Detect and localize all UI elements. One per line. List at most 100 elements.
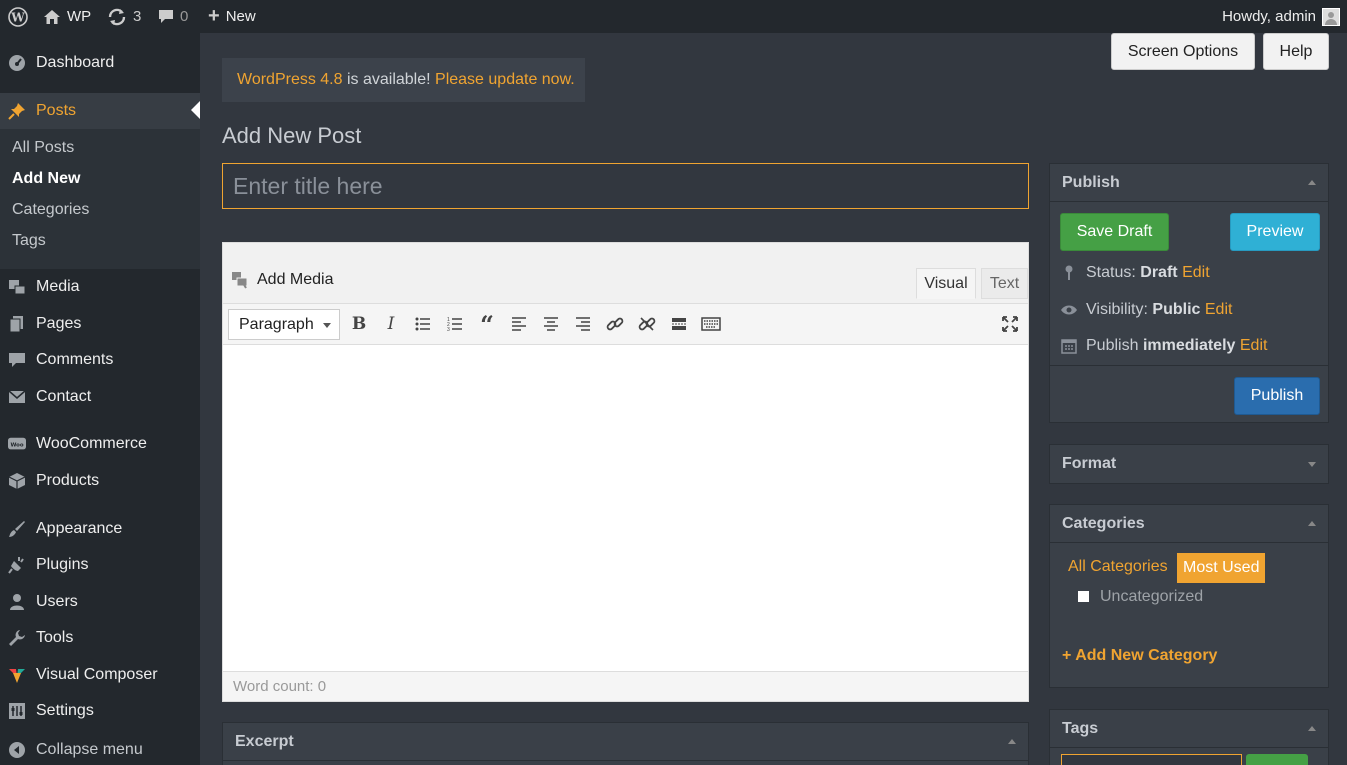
sidebar-item-settings[interactable]: Settings [0, 696, 200, 726]
sidebar-item-appearance[interactable]: Appearance [0, 514, 200, 544]
format-title: Format [1062, 455, 1117, 472]
format-header[interactable]: Format [1050, 445, 1328, 483]
collapse-menu-button[interactable]: Collapse menu [0, 735, 200, 765]
sidebar-item-users[interactable]: Users [0, 587, 200, 617]
submenu-tags[interactable]: Tags [12, 232, 46, 250]
collapse-toggle-icon[interactable] [1308, 180, 1316, 185]
screen-options-button[interactable]: Screen Options [1111, 33, 1255, 70]
align-right-icon[interactable] [571, 312, 595, 336]
publish-box: Publish Save Draft Preview Status: Draft… [1049, 163, 1329, 423]
bold-icon[interactable]: B [347, 312, 371, 336]
align-center-icon[interactable] [539, 312, 563, 336]
italic-icon[interactable]: I [379, 312, 403, 336]
submenu-add-new[interactable]: Add New [12, 170, 80, 188]
box-icon [8, 472, 26, 490]
blockquote-icon[interactable]: “ [475, 310, 499, 339]
collapse-toggle-icon[interactable] [1308, 521, 1316, 526]
sidebar-item-label: Collapse menu [36, 741, 143, 758]
submenu-categories[interactable]: Categories [12, 201, 89, 219]
read-more-icon[interactable] [667, 312, 691, 336]
sidebar-item-posts[interactable]: Posts [0, 93, 200, 129]
visibility-row: Visibility: Public Edit [1060, 301, 1232, 319]
site-name-link[interactable]: WP [43, 0, 91, 33]
sidebar-item-label: Posts [36, 102, 77, 119]
sidebar-item-woocommerce[interactable]: Woo WooCommerce [0, 429, 200, 459]
version-link[interactable]: WordPress 4.8 [237, 71, 343, 89]
edit-visibility-link[interactable]: Edit [1205, 301, 1233, 318]
publish-header[interactable]: Publish [1050, 164, 1328, 202]
sidebar-item-comments[interactable]: Comments [0, 345, 200, 375]
new-label: New [225, 8, 256, 25]
pin-icon [1060, 265, 1078, 281]
editor-content-area[interactable] [223, 346, 1028, 671]
expand-toggle-icon[interactable] [1308, 461, 1316, 467]
sidebar-item-visual-composer[interactable]: Visual Composer [0, 660, 200, 690]
sidebar-item-pages[interactable]: Pages [0, 309, 200, 339]
fullscreen-icon[interactable] [998, 312, 1022, 336]
sidebar-item-media[interactable]: Media [0, 272, 200, 302]
excerpt-box: Excerpt [222, 722, 1029, 765]
updates-link[interactable]: 3 [107, 0, 141, 33]
word-count: Word count: 0 [223, 671, 1028, 701]
sidebar-item-products[interactable]: Products [0, 466, 200, 496]
categories-header[interactable]: Categories [1050, 505, 1328, 543]
eye-icon [1060, 304, 1078, 316]
wordpress-logo-icon[interactable]: W [8, 0, 28, 33]
visual-composer-icon [8, 666, 26, 684]
bullet-list-icon[interactable] [411, 312, 435, 336]
status-label: Status: [1086, 264, 1136, 281]
comment-icon [159, 9, 173, 23]
post-editor: Add Media Visual Text Paragraph B I 123 … [222, 242, 1029, 702]
tab-text[interactable]: Text [981, 268, 1028, 299]
my-account-link[interactable]: Howdy, admin [1222, 0, 1340, 33]
sidebar-item-plugins[interactable]: Plugins [0, 550, 200, 580]
edit-status-link[interactable]: Edit [1182, 264, 1210, 281]
publish-timing: immediately [1142, 337, 1236, 354]
save-draft-button[interactable]: Save Draft [1060, 213, 1169, 251]
tags-header[interactable]: Tags [1050, 710, 1328, 748]
update-now-link[interactable]: Please update now. [435, 71, 575, 89]
publish-button[interactable]: Publish [1234, 377, 1320, 415]
comments-count: 0 [180, 8, 189, 25]
tag-input[interactable] [1061, 754, 1242, 765]
numbered-list-icon[interactable]: 123 [443, 312, 467, 336]
sidebar-item-label: Appearance [36, 520, 123, 537]
status-row: Status: Draft Edit [1060, 264, 1210, 282]
excerpt-header[interactable]: Excerpt [223, 723, 1028, 761]
visibility-label: Visibility: [1086, 301, 1148, 318]
format-box: Format [1049, 444, 1329, 484]
help-button[interactable]: Help [1263, 33, 1329, 70]
dashboard-icon [8, 54, 26, 72]
media-icon [232, 272, 248, 289]
preview-button[interactable]: Preview [1230, 213, 1320, 251]
edit-schedule-link[interactable]: Edit [1240, 337, 1268, 354]
sidebar-item-tools[interactable]: Tools [0, 623, 200, 653]
tab-all-categories[interactable]: All Categories [1068, 558, 1168, 576]
new-content-link[interactable]: + New [208, 0, 256, 33]
unlink-icon[interactable] [635, 312, 659, 336]
link-icon[interactable] [603, 312, 627, 336]
main-content: Screen Options Help WordPress 4.8 is ava… [200, 33, 1347, 765]
sidebar-item-dashboard[interactable]: Dashboard [0, 48, 200, 78]
comments-link[interactable]: 0 [158, 0, 188, 33]
schedule-row: Publish immediately Edit [1060, 337, 1267, 355]
pin-icon [8, 102, 26, 120]
post-title-input[interactable]: Enter title here [222, 163, 1029, 209]
tab-most-used[interactable]: Most Used [1177, 553, 1266, 583]
add-media-button[interactable]: Add Media [231, 271, 334, 289]
align-left-icon[interactable] [507, 312, 531, 336]
toolbar-toggle-icon[interactable] [699, 312, 723, 336]
submenu-all-posts[interactable]: All Posts [12, 139, 74, 157]
uncategorized-checkbox[interactable] [1078, 591, 1089, 602]
status-value: Draft [1140, 264, 1178, 281]
add-new-category-link[interactable]: + Add New Category [1062, 647, 1217, 665]
collapse-toggle-icon[interactable] [1008, 739, 1016, 744]
format-select[interactable]: Paragraph [228, 309, 340, 340]
svg-text:Woo: Woo [10, 443, 23, 449]
sidebar-item-contact[interactable]: Contact [0, 382, 200, 412]
sidebar-item-label: Pages [36, 315, 82, 332]
add-tag-button[interactable] [1246, 754, 1308, 765]
tab-visual[interactable]: Visual [916, 268, 976, 299]
collapse-toggle-icon[interactable] [1308, 726, 1316, 731]
page-title: Add New Post [222, 123, 362, 148]
